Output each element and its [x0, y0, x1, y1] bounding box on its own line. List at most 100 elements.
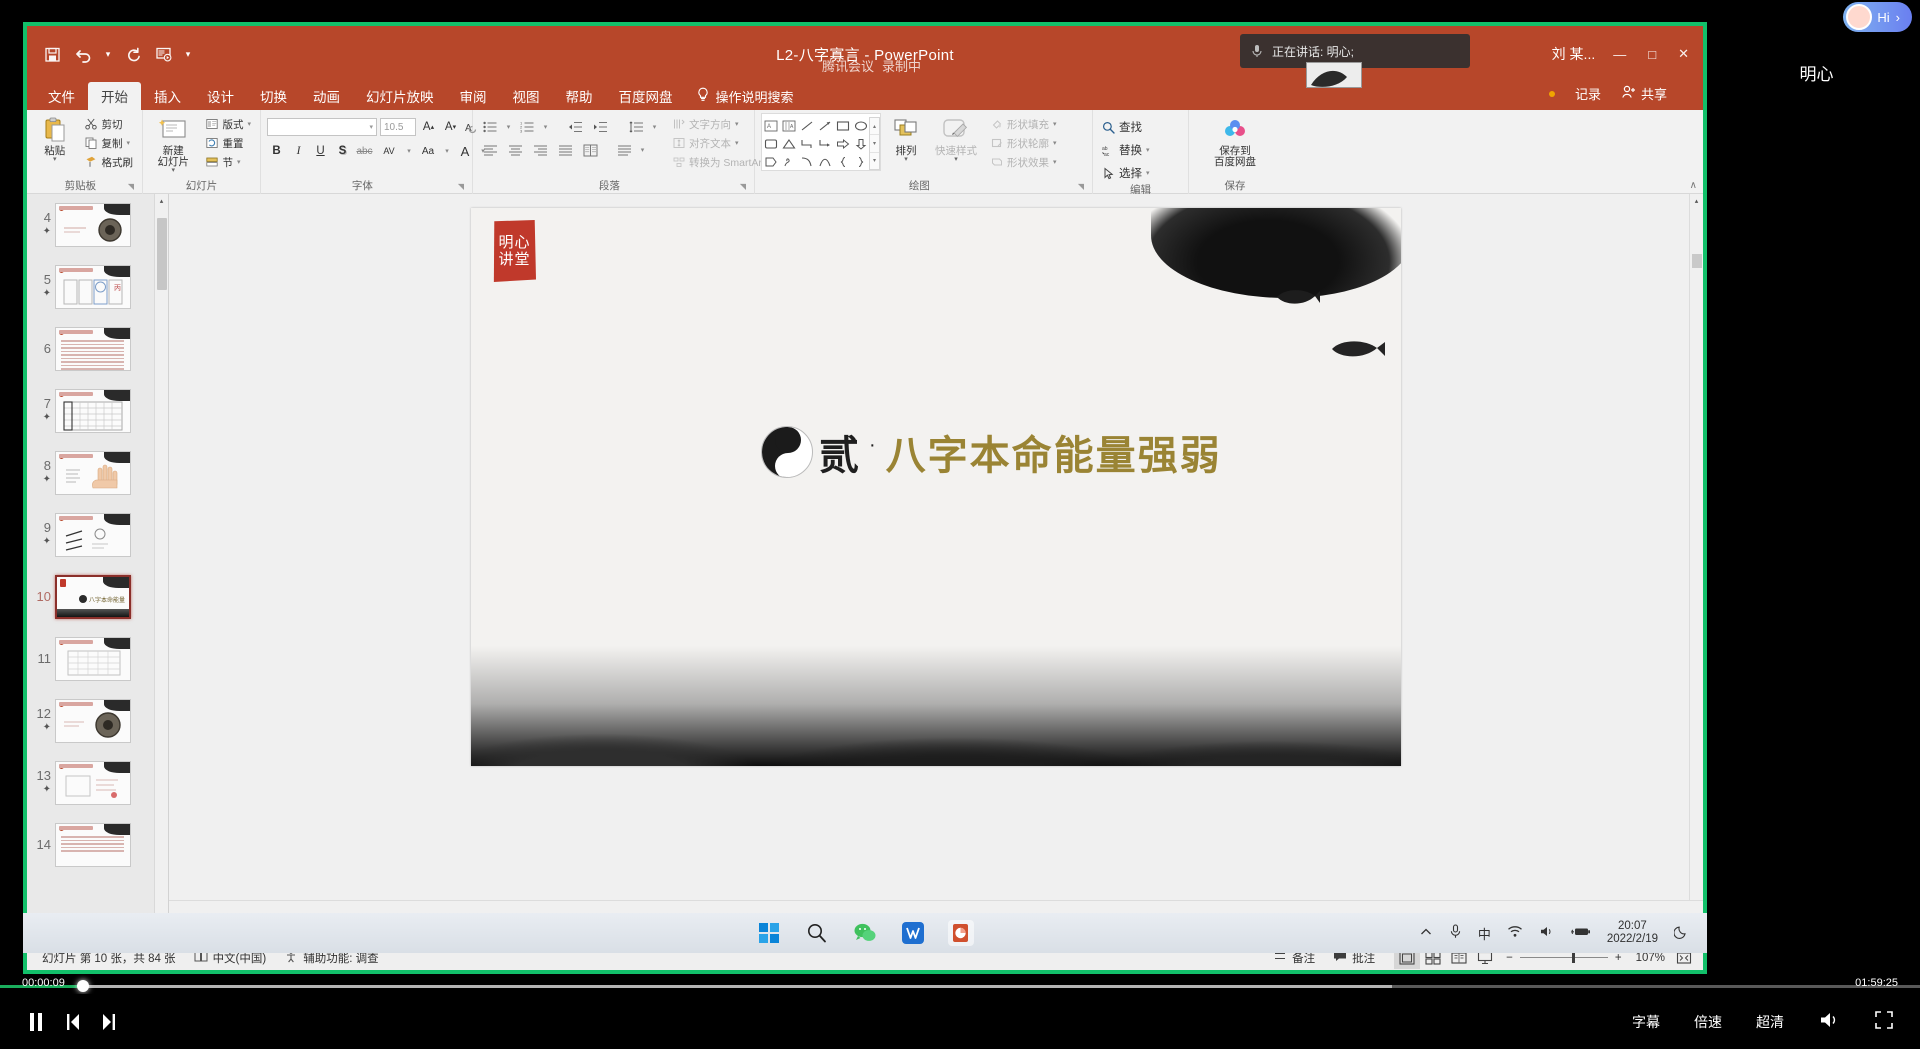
close-button[interactable]: ✕ [1678, 46, 1689, 62]
slide-title-block[interactable]: 贰 · 八字本命能量强弱 [761, 423, 1222, 481]
hi-assistant-pill[interactable]: Hi › [1843, 2, 1912, 32]
tab-review[interactable]: 审阅 [447, 82, 500, 110]
align-center-icon[interactable] [504, 141, 526, 160]
previous-button[interactable] [64, 1012, 82, 1032]
replace-dropdown-icon[interactable]: ▾ [1146, 146, 1150, 154]
thumb-scroll-up-icon[interactable]: ▴ [155, 194, 168, 208]
shape-effects-dropdown-icon[interactable]: ▾ [1053, 158, 1057, 166]
quick-styles-button[interactable]: 快速样式 ▾ [931, 113, 981, 163]
thumbnail-scrollbar[interactable]: ▴ ▾ [154, 194, 168, 944]
replace-button[interactable]: ab ac 替换 ▾ [1099, 140, 1153, 160]
align-left-icon[interactable] [479, 141, 501, 160]
right-arrow-shape-icon[interactable] [834, 135, 851, 152]
progress-handle[interactable] [76, 980, 89, 992]
volume-icon[interactable] [1818, 1010, 1840, 1033]
shrink-font-icon[interactable]: A ▾ [441, 118, 460, 137]
bold-icon[interactable]: B [267, 142, 286, 161]
slide-thumbnail[interactable] [55, 761, 131, 805]
wifi-icon[interactable] [1507, 925, 1523, 941]
shape-outline-dropdown-icon[interactable]: ▾ [1053, 139, 1057, 147]
paragraph-dialog-launcher[interactable]: ◥ [740, 179, 748, 194]
canvas-scroll-thumb[interactable] [1692, 254, 1702, 268]
quick-styles-dropdown-icon[interactable]: ▾ [954, 156, 958, 163]
decrease-indent-icon[interactable] [564, 118, 586, 137]
section-button[interactable]: 节 ▾ [202, 153, 254, 171]
bullets-icon[interactable] [479, 118, 501, 137]
right-brace-shape-icon[interactable] [852, 153, 869, 170]
copy-dropdown-icon[interactable]: ▾ [127, 139, 131, 147]
arrange-dropdown-icon[interactable]: ▾ [904, 156, 908, 163]
change-case-dropdown-icon[interactable]: ▾ [442, 142, 452, 161]
columns-icon[interactable] [579, 141, 601, 160]
thumbnail-row-14[interactable]: 14 [27, 814, 168, 876]
thumbnail-row-12[interactable]: 12 ✦ [27, 690, 168, 752]
pause-button[interactable] [26, 1011, 46, 1033]
oval-shape-icon[interactable] [852, 117, 869, 134]
search-icon[interactable] [804, 920, 830, 946]
bullets-dropdown-icon[interactable]: ▾ [504, 118, 513, 137]
rounded-rectangle-shape-icon[interactable] [762, 135, 779, 152]
select-dropdown-icon[interactable]: ▾ [1146, 169, 1150, 177]
arc-shape-icon[interactable] [816, 153, 833, 170]
find-button[interactable]: 查找 [1099, 117, 1153, 137]
numbering-dropdown-icon[interactable]: ▾ [541, 118, 550, 137]
new-slide-button[interactable]: 新建 幻灯片 ▾ [149, 113, 197, 174]
fullscreen-icon[interactable] [1874, 1010, 1894, 1033]
show-hidden-icons-button[interactable] [1419, 926, 1433, 941]
slide-thumbnail[interactable] [55, 327, 131, 371]
text-shadow-icon[interactable]: S [333, 142, 352, 161]
font-size-input[interactable]: 10.5 [380, 118, 416, 136]
slide-thumbnail-selected[interactable]: 八字本命能量 [55, 575, 131, 619]
font-dialog-launcher[interactable]: ◥ [458, 179, 466, 194]
justify-icon[interactable] [554, 141, 576, 160]
wechat-icon[interactable] [852, 920, 878, 946]
character-spacing-icon[interactable]: AV [377, 142, 401, 161]
paste-button[interactable]: 粘贴 ▾ [33, 113, 77, 163]
slide-thumbnail[interactable] [55, 513, 131, 557]
section-dropdown-icon[interactable]: ▾ [237, 158, 241, 166]
progress-track[interactable] [0, 985, 1920, 988]
copy-button[interactable]: 复制 ▾ [82, 134, 137, 152]
select-button[interactable]: 选择 ▾ [1099, 163, 1153, 183]
slide-thumbnail[interactable] [55, 451, 131, 495]
thumbnail-row-4[interactable]: 4 ✦ [27, 194, 168, 256]
underline-icon[interactable]: U [311, 142, 330, 161]
taskbar-clock[interactable]: 20:07 2022/2/19 [1607, 920, 1658, 946]
save-to-baidu-netdisk-button[interactable]: 保存到 百度网盘 [1195, 113, 1275, 168]
thumbnail-row-7[interactable]: 7 ✦ [27, 380, 168, 442]
zoom-slider[interactable]: − + [1498, 952, 1629, 964]
tell-me-search[interactable]: 操作说明搜索 [686, 82, 804, 110]
meeting-self-video-thumbnail[interactable] [1306, 62, 1362, 88]
mic-tray-icon[interactable] [1449, 924, 1462, 942]
paste-dropdown-icon[interactable]: ▾ [53, 156, 57, 163]
thumbnail-row-10[interactable]: 10 八字本命能量 [27, 566, 168, 628]
slide-thumbnail[interactable] [55, 823, 131, 867]
tab-baidu-netdisk[interactable]: 百度网盘 [606, 82, 686, 110]
subtitles-button[interactable]: 字幕 [1632, 1012, 1660, 1032]
freeform-shape-icon[interactable] [780, 153, 797, 170]
slide-thumbnail[interactable] [55, 699, 131, 743]
tab-design[interactable]: 设计 [194, 82, 247, 110]
slide-thumbnail-pane[interactable]: 4 ✦ 5 ✦ 丙 6 7 ✦ 8 ✦ 9 ✦ 10 八字本命能量 11 12 … [27, 194, 169, 944]
left-brace-shape-icon[interactable] [834, 153, 851, 170]
font-color-icon[interactable]: A [455, 142, 475, 161]
shape-gallery-more-icon[interactable]: ▾ [870, 153, 879, 169]
thumbnail-row-11[interactable]: 11 [27, 628, 168, 690]
cut-button[interactable]: 剪切 [82, 115, 137, 133]
align-text-dropdown-icon[interactable]: ▾ [735, 139, 739, 147]
line-spacing-icon[interactable] [625, 118, 647, 137]
strikethrough-icon[interactable]: abc [355, 142, 374, 161]
layout-button[interactable]: 版式 ▾ [202, 115, 254, 133]
shape-scroll-up-icon[interactable]: ▴ [870, 118, 879, 136]
text-direction-dropdown-icon[interactable]: ▾ [735, 120, 739, 128]
triangle-shape-icon[interactable] [780, 135, 797, 152]
shape-scroll-down-icon[interactable]: ▾ [870, 135, 879, 153]
shape-gallery-scroll[interactable]: ▴ ▾ ▾ [869, 117, 880, 170]
shape-effects-button[interactable]: 形状效果 ▾ [987, 153, 1060, 171]
slide-thumbnail[interactable] [55, 203, 131, 247]
tab-insert[interactable]: 插入 [141, 82, 194, 110]
shape-fill-dropdown-icon[interactable]: ▾ [1053, 120, 1057, 128]
maximize-button[interactable]: □ [1648, 47, 1656, 62]
moon-icon[interactable] [1673, 924, 1689, 942]
minimize-button[interactable]: — [1613, 47, 1626, 62]
